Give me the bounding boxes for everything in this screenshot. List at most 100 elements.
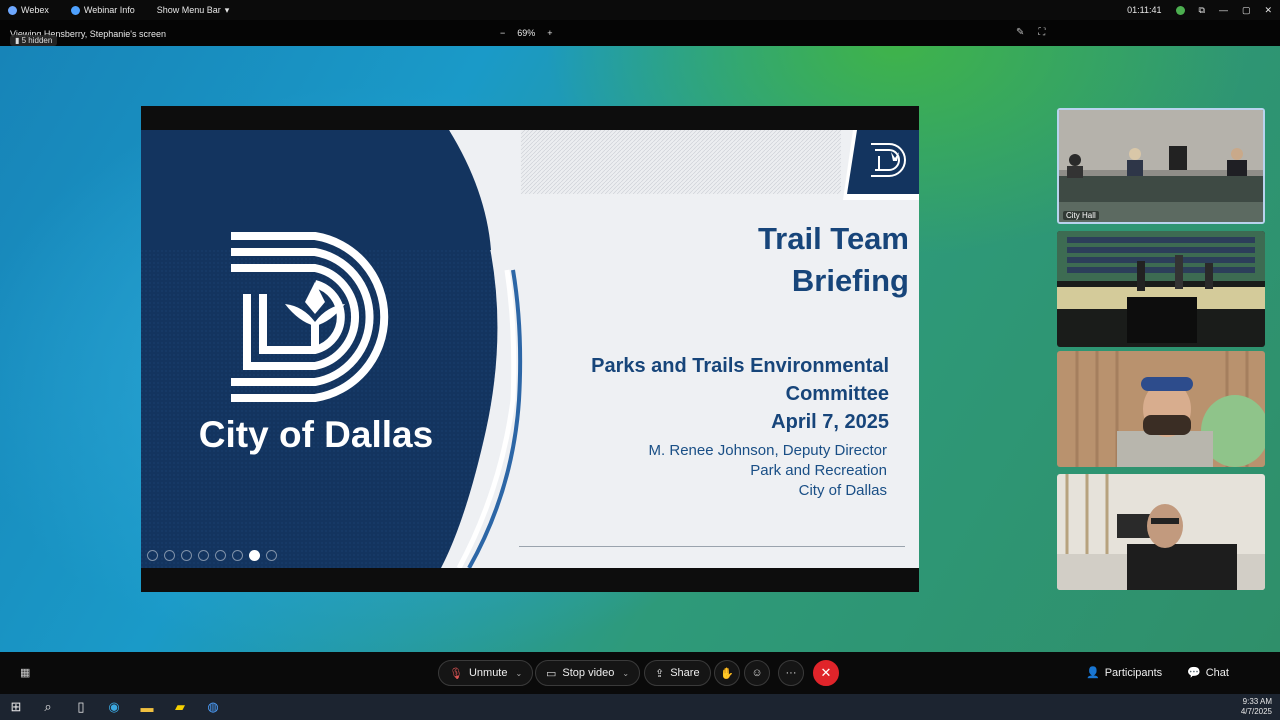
- stop-video-label: Stop video: [562, 667, 615, 679]
- zoom-in-button[interactable]: +: [547, 28, 552, 38]
- meeting-controls: ▦ 🎙 Unmute ⌄ ▭ Stop video ⌄ ⇪ Share ✋ ☺ …: [0, 652, 1280, 694]
- slide-title-line1: Trail Team: [757, 221, 909, 256]
- video-tile-participant-office[interactable]: [1057, 474, 1265, 590]
- connection-status-icon: [1175, 5, 1185, 15]
- participant-video: [1057, 474, 1265, 590]
- hand-icon: ✋: [720, 667, 734, 680]
- presenter-view-icon[interactable]: [249, 550, 260, 561]
- close-icon: ✕: [820, 665, 832, 680]
- annotate-icon[interactable]: ✎: [1016, 27, 1024, 38]
- camera-icon: ▭: [546, 667, 557, 680]
- clock-date: 4/7/2025: [1240, 707, 1272, 716]
- more-options-icon[interactable]: [266, 550, 277, 561]
- council-chamber-video: [1059, 110, 1263, 222]
- webinar-info-menu[interactable]: Webinar Info: [70, 5, 135, 15]
- zoom-level: 69%: [517, 28, 536, 38]
- department: Park and Recreation: [750, 462, 887, 479]
- chamber-floor-video: [1057, 231, 1265, 347]
- webex-logo-icon: [8, 5, 17, 15]
- chevron-down-icon: ▾: [224, 4, 230, 15]
- slide-title: Trail Team Briefing: [758, 218, 909, 302]
- hidden-count: 5 hidden: [21, 36, 53, 45]
- elapsed-time: 01:11:41: [1127, 5, 1162, 15]
- stop-video-button[interactable]: ▭ Stop video ⌄: [535, 660, 641, 686]
- video-tile-chamber-floor[interactable]: [1057, 231, 1265, 347]
- share-button[interactable]: ⇪ Share: [644, 660, 711, 686]
- maximize-icon[interactable]: ▢: [1242, 5, 1251, 16]
- participants-button[interactable]: 👤 Participants: [1086, 666, 1163, 680]
- clock-time: 9:33 AM: [1242, 697, 1272, 706]
- dallas-logo-small-icon: [843, 130, 919, 200]
- more-button[interactable]: ···: [778, 660, 804, 686]
- raise-hand-button[interactable]: ✋: [714, 660, 740, 686]
- video-tile-participant-cap[interactable]: [1057, 351, 1265, 467]
- system-clock[interactable]: 9:33 AM 4/7/2025: [1241, 697, 1272, 717]
- top-menu-bar: Webex Webinar Info Show Menu Bar ▾ 01:11…: [0, 0, 1280, 20]
- zoom-control: − 69% +: [500, 28, 553, 38]
- slide-date: April 7, 2025: [771, 411, 889, 433]
- reactions-button[interactable]: ☺: [744, 660, 770, 686]
- zoom-icon[interactable]: [215, 550, 226, 561]
- layout-icon[interactable]: ▦: [20, 666, 30, 679]
- close-icon[interactable]: ✕: [1264, 5, 1272, 16]
- file-icon[interactable]: ▯: [73, 699, 89, 715]
- tile-window-icon[interactable]: ⧉: [1199, 5, 1205, 16]
- subtitles-icon[interactable]: [232, 550, 243, 561]
- fullscreen-icon[interactable]: ⛶: [1038, 27, 1045, 38]
- video-tile-city-hall[interactable]: City Hall: [1057, 108, 1265, 224]
- prev-slide-icon[interactable]: [147, 550, 158, 561]
- search-icon[interactable]: ⌕: [40, 699, 56, 715]
- pen-icon[interactable]: [181, 550, 192, 561]
- tile-label-city-hall: City Hall: [1063, 211, 1099, 220]
- chat-icon: 💬: [1187, 667, 1201, 679]
- share-screen-icon: ⇪: [655, 667, 665, 680]
- webex-app-menu[interactable]: Webex: [8, 5, 49, 15]
- slide-subtitle: Parks and Trails Environmental Committee…: [591, 352, 889, 436]
- organization: City of Dallas: [798, 482, 887, 499]
- zoom-out-button[interactable]: −: [500, 28, 505, 38]
- webex-taskbar-icon[interactable]: ◍: [205, 699, 221, 715]
- windows-start-icon[interactable]: ⊞: [8, 699, 24, 715]
- hidden-participants-button[interactable]: ▮ 5 hidden: [10, 35, 58, 46]
- dallas-logo-icon: [231, 232, 389, 402]
- more-icon: ···: [785, 667, 797, 679]
- window-controls: 01:11:41 ⧉ — ▢ ✕: [1127, 0, 1272, 20]
- smiley-icon: ☺: [751, 667, 763, 679]
- participants-icon: 👤: [1086, 667, 1100, 679]
- app-name: Webex: [21, 5, 49, 15]
- slideshow-toolbar: [147, 550, 277, 561]
- subtitle-line2: Committee: [785, 383, 889, 405]
- shared-screen: City of Dallas Trail Team Briefing Parks…: [141, 106, 919, 592]
- slide-title-line2: Briefing: [791, 263, 909, 298]
- slide-divider: [519, 546, 905, 547]
- edge-browser-icon[interactable]: ◉: [106, 699, 122, 715]
- presenter-block: M. Renee Johnson, Deputy Director Park a…: [649, 441, 887, 501]
- presentation-slide: City of Dallas Trail Team Briefing Parks…: [141, 130, 919, 568]
- show-menu-bar-toggle[interactable]: Show Menu Bar ▾: [157, 5, 230, 16]
- chevron-down-icon[interactable]: ⌄: [516, 669, 523, 678]
- file-explorer-icon[interactable]: ▬: [139, 699, 155, 715]
- city-name-heading: City of Dallas: [198, 414, 434, 455]
- sticky-notes-icon[interactable]: ▰: [172, 699, 188, 715]
- minimize-icon[interactable]: —: [1219, 5, 1228, 15]
- participant-video: [1057, 351, 1265, 467]
- chevron-down-icon[interactable]: ⌄: [622, 669, 629, 678]
- unmute-label: Unmute: [468, 667, 508, 679]
- lock-icon: ▮: [15, 36, 22, 45]
- view-options: ✎ ⛶: [1016, 27, 1045, 38]
- webinar-info-label: Webinar Info: [83, 5, 135, 15]
- chat-button[interactable]: 💬 Chat: [1187, 666, 1229, 680]
- leave-button[interactable]: ✕: [813, 660, 839, 686]
- pointer-icon[interactable]: [198, 550, 209, 561]
- share-label: Share: [670, 667, 700, 679]
- shield-icon: [70, 5, 80, 15]
- next-slide-icon[interactable]: [164, 550, 175, 561]
- subtitle-line1: Parks and Trails Environmental: [591, 355, 889, 377]
- microphone-muted-icon: 🎙: [449, 667, 463, 680]
- unmute-button[interactable]: 🎙 Unmute ⌄: [438, 660, 534, 686]
- webex-window: Webex Webinar Info Show Menu Bar ▾ 01:11…: [0, 0, 1280, 720]
- participants-label: Participants: [1104, 666, 1163, 679]
- presenter-name: M. Renee Johnson, Deputy Director: [648, 442, 887, 459]
- show-menu-bar-label: Show Menu Bar: [156, 5, 221, 15]
- windows-taskbar: ⊞ ⌕ ▯ ◉ ▬ ▰ ◍ 9:33 AM 4/7/2025: [0, 694, 1280, 720]
